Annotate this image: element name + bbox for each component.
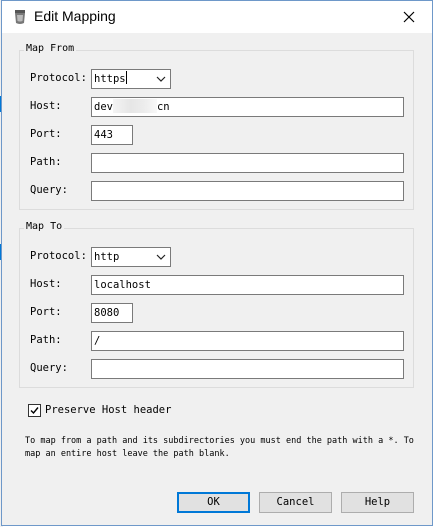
to-path-label: Path: — [30, 334, 62, 346]
from-port-label: Port: — [30, 128, 62, 140]
title-bar: Edit Mapping — [2, 1, 432, 33]
to-protocol-select[interactable]: http — [91, 247, 171, 267]
map-from-group: Map From Protocol: https Host: dev cn Por… — [19, 43, 414, 210]
from-path-input[interactable] — [91, 153, 404, 173]
help-button[interactable]: Help — [341, 492, 414, 513]
to-protocol-label: Protocol: — [30, 250, 87, 262]
ok-button[interactable]: OK — [177, 492, 250, 513]
edit-mapping-dialog: Edit Mapping Map From Protocol: https Ho… — [1, 0, 433, 526]
map-to-group: Map To Protocol: http Host: localhost Po… — [19, 221, 414, 388]
from-protocol-value: https — [94, 73, 126, 85]
to-port-label: Port: — [30, 306, 62, 318]
app-icon — [12, 9, 28, 25]
to-host-label: Host: — [30, 278, 62, 290]
map-to-legend: Map To — [24, 221, 65, 232]
from-path-label: Path: — [30, 156, 62, 168]
to-host-input[interactable]: localhost — [91, 275, 404, 295]
to-path-input[interactable]: / — [91, 331, 404, 351]
checkmark-icon — [30, 407, 39, 415]
to-query-label: Query: — [30, 362, 68, 374]
from-host-value-end: cn — [156, 101, 170, 113]
from-protocol-label: Protocol: — [30, 72, 87, 84]
from-query-label: Query: — [30, 184, 68, 196]
preserve-host-label: Preserve Host header — [45, 404, 172, 416]
from-host-input[interactable]: dev cn — [91, 97, 404, 117]
close-icon — [403, 11, 415, 23]
to-port-input[interactable]: 8080 — [91, 303, 133, 323]
chevron-down-icon — [156, 76, 166, 82]
from-query-input[interactable] — [91, 181, 404, 201]
redacted-region — [112, 99, 157, 113]
from-protocol-select[interactable]: https — [91, 69, 171, 89]
dialog-title: Edit Mapping — [34, 8, 116, 24]
cancel-button[interactable]: Cancel — [259, 492, 332, 513]
help-text: To map from a path and its subdirectorie… — [25, 436, 414, 459]
preserve-host-checkbox[interactable] — [28, 404, 41, 417]
text-caret — [125, 71, 127, 84]
chevron-down-icon — [156, 254, 166, 260]
map-from-legend: Map From — [24, 43, 77, 54]
to-query-input[interactable] — [91, 359, 404, 379]
from-port-input[interactable]: 443 — [91, 125, 133, 145]
from-host-label: Host: — [30, 100, 62, 112]
close-button[interactable] — [386, 1, 432, 33]
to-protocol-value: http — [94, 251, 120, 263]
from-host-value-start: dev — [94, 101, 113, 113]
